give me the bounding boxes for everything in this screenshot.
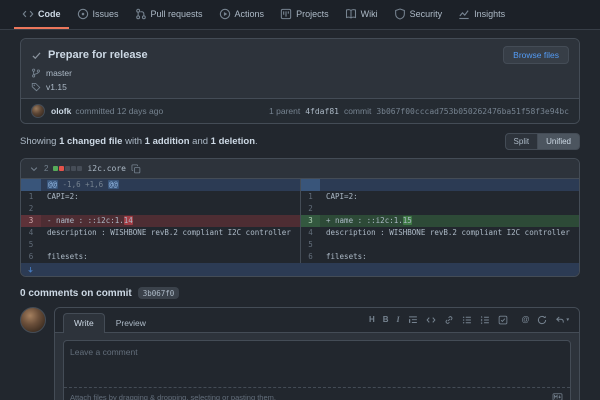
repo-nav: Code Issues Pull requests Actions Projec… [0, 0, 600, 30]
attach-files-text: Attach files by dragging & dropping, sel… [70, 393, 276, 400]
commit-header-box: Prepare for release Browse files master … [20, 38, 580, 124]
tab-projects[interactable]: Projects [272, 0, 337, 29]
tag-icon [31, 82, 41, 92]
tab-label: Pull requests [151, 9, 203, 19]
unified-view-button[interactable]: Unified [538, 133, 580, 150]
comments-count-heading: 0 comments on commit [20, 288, 132, 299]
attach-files-area[interactable]: Attach files by dragging & dropping, sel… [64, 387, 570, 400]
tab-issues[interactable]: Issues [69, 0, 127, 29]
italic-icon[interactable]: I [397, 316, 400, 324]
bold-icon[interactable]: B [383, 316, 389, 324]
check-icon [31, 50, 42, 61]
chevron-down-icon[interactable] [29, 164, 39, 174]
task-list-icon[interactable] [498, 315, 508, 325]
commit-full-hash: 3b067f00cccad753b050262476ba51f58f3e94bc [376, 107, 569, 116]
tab-pull-requests[interactable]: Pull requests [127, 0, 211, 29]
link-icon[interactable] [444, 315, 454, 325]
tag-name: v1.15 [46, 82, 67, 92]
shield-icon [394, 8, 406, 20]
actions-icon [219, 8, 231, 20]
diff-context-row: 2 2 [21, 203, 579, 215]
diff-context-row: 1CAPI=2: 1CAPI=2: [21, 191, 579, 203]
branch-row[interactable]: master [31, 68, 569, 78]
issue-icon [77, 8, 89, 20]
tab-label: Projects [296, 9, 329, 19]
branch-icon [31, 68, 41, 78]
tab-security[interactable]: Security [386, 0, 451, 29]
saved-reply-icon[interactable]: ▾ [555, 315, 569, 325]
markdown-toolbar: H B I @ ▾ [369, 315, 571, 332]
avatar[interactable] [31, 104, 45, 118]
split-view-button[interactable]: Split [505, 133, 539, 150]
tab-actions[interactable]: Actions [211, 0, 273, 29]
commit-author[interactable]: olofk [51, 106, 71, 116]
commit-time: committed 12 days ago [75, 106, 163, 116]
diff-context-row: 6filesets: 6filesets: [21, 251, 579, 263]
heading-icon[interactable]: H [369, 316, 375, 324]
parent-hash-link[interactable]: 4fdaf81 [305, 107, 339, 116]
comment-input[interactable] [64, 341, 570, 387]
tab-insights[interactable]: Insights [450, 0, 513, 29]
tab-label: Insights [474, 9, 505, 19]
commit-label: commit [344, 106, 371, 116]
graph-icon [458, 8, 470, 20]
unordered-list-icon[interactable] [462, 315, 472, 325]
copy-icon[interactable] [131, 164, 141, 174]
quote-icon[interactable] [408, 315, 418, 325]
branch-name: master [46, 68, 72, 78]
expand-diff-bar [21, 263, 579, 276]
tab-label: Code [38, 9, 61, 19]
tab-label: Actions [235, 9, 265, 19]
tab-label: Issues [93, 9, 119, 19]
diff-context-row: 5 5 [21, 239, 579, 251]
code-icon[interactable] [426, 315, 436, 325]
diff-view-toggle: Split Unified [505, 133, 580, 150]
avatar[interactable] [20, 307, 46, 333]
tab-wiki[interactable]: Wiki [337, 0, 386, 29]
split-diff-table: @@ -1,6 +1,6 @@ 1CAPI=2: 1CAPI=2: 2 2 3 … [21, 179, 579, 263]
changed-files-summary: Showing 1 changed file with 1 addition a… [20, 136, 258, 147]
tab-label: Wiki [361, 9, 378, 19]
commit-title: Prepare for release [48, 49, 497, 61]
diff-file-box: 2 i2c.core @@ -1,6 +1,6 @@ 1CAPI=2: 1CAP… [20, 158, 580, 277]
diff-change-row: 3 - name : ::i2c:1.14 3 + name : ::i2c:1… [21, 215, 579, 227]
tab-preview[interactable]: Preview [105, 313, 157, 333]
tab-code[interactable]: Code [14, 0, 69, 29]
ordered-list-icon[interactable] [480, 315, 490, 325]
tag-row[interactable]: v1.15 [31, 82, 569, 92]
pull-request-icon [135, 8, 147, 20]
projects-icon [280, 8, 292, 20]
commit-short-hash-badge: 3b067f0 [138, 287, 180, 299]
tab-label: Security [410, 9, 443, 19]
commit-page: Prepare for release Browse files master … [0, 30, 600, 400]
book-icon [345, 8, 357, 20]
caret-down-icon: ▾ [566, 318, 569, 323]
mention-icon[interactable]: @ [522, 316, 530, 324]
changed-lines-count: 2 [44, 164, 48, 173]
diff-context-row: 4description : WISHBONE revB.2 compliant… [21, 227, 579, 239]
diff-filename[interactable]: i2c.core [87, 164, 126, 173]
comment-form: Write Preview H B I @ ▾ [54, 307, 580, 400]
diffstat-squares [53, 166, 82, 171]
cross-reference-icon[interactable] [537, 315, 547, 325]
code-icon [22, 8, 34, 20]
expand-down-icon[interactable] [26, 265, 35, 274]
parent-label: 1 parent [269, 106, 300, 116]
hunk-header-row: @@ -1,6 +1,6 @@ [21, 179, 579, 191]
browse-files-button[interactable]: Browse files [503, 46, 569, 64]
markdown-icon[interactable] [551, 392, 564, 400]
tab-write[interactable]: Write [63, 313, 105, 333]
